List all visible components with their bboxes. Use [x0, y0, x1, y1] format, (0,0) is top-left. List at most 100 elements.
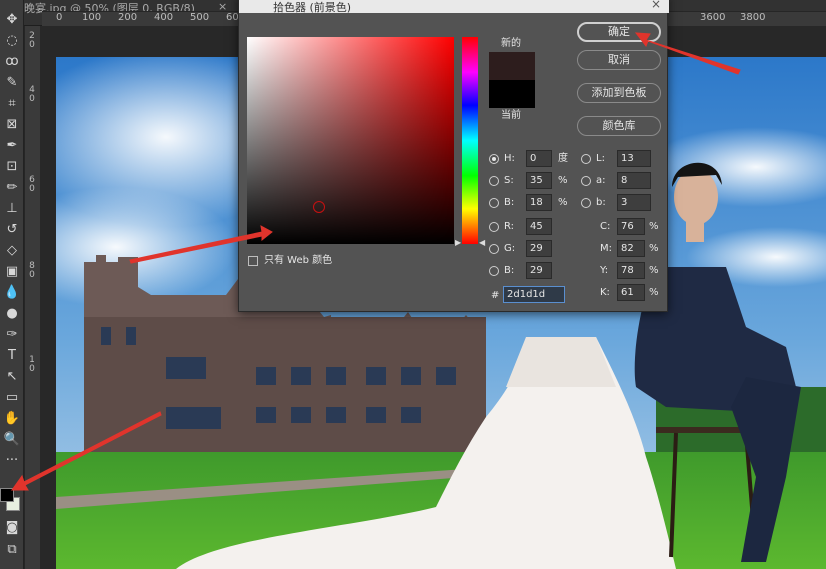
hue-slider-left-arrow-icon[interactable]: ▶: [455, 238, 461, 247]
brush-icon[interactable]: ✏: [2, 178, 22, 196]
more-icon[interactable]: ···: [2, 451, 22, 469]
ruler-tick: 0: [29, 40, 35, 50]
hand-icon[interactable]: ✋: [2, 409, 22, 427]
gradient-icon[interactable]: ▣: [2, 262, 22, 280]
green-field[interactable]: 29: [526, 240, 552, 257]
ruler-tick: 0: [29, 270, 35, 280]
hex-prefix: #: [491, 290, 500, 301]
tools-panel: ✥ ◌ ꝏ ✎ ⌗ ⊠ ✒ ⊡ ✏ ⊥ ↺ ◇ ▣ 💧 ● ✑ T ↖ ▭ ✋ …: [0, 0, 24, 569]
magenta-field[interactable]: 82: [617, 240, 645, 257]
brightness-radio[interactable]: [489, 198, 499, 208]
b-channel-radio[interactable]: [581, 198, 591, 208]
foreground-color-swatch[interactable]: [0, 488, 14, 502]
marquee-icon[interactable]: ◌: [2, 31, 22, 49]
color-field-cursor: [313, 200, 326, 213]
color-libraries-button[interactable]: 颜色库: [577, 116, 661, 136]
ruler-tick: 0: [29, 364, 35, 374]
ruler-tick: 500: [190, 12, 210, 23]
photoshop-window: 晚宴.jpg @ 50% (图层 0, RGB/8) × 0 100 200 4…: [0, 0, 826, 569]
quick-select-icon[interactable]: ✎: [2, 73, 22, 91]
shape-icon[interactable]: ▭: [2, 388, 22, 406]
web-only-checkbox[interactable]: [248, 256, 258, 266]
frame-icon[interactable]: ⊠: [2, 115, 22, 133]
cancel-button[interactable]: 取消: [577, 50, 661, 70]
ruler-tick: 0: [29, 94, 35, 104]
magenta-label: M:: [600, 243, 612, 254]
color-field[interactable]: [247, 37, 454, 244]
hue-slider-right-arrow-icon[interactable]: ◀: [479, 238, 485, 247]
black-label: K:: [600, 287, 610, 298]
brightness-unit: %: [558, 197, 568, 208]
move-icon[interactable]: ✥: [2, 10, 22, 28]
quick-mask-icon[interactable]: ◙: [2, 518, 22, 536]
blur-icon[interactable]: 💧: [2, 283, 22, 301]
current-color-label: 当前: [501, 110, 521, 121]
dialog-titlebar[interactable]: 拾色器 (前景色) ×: [239, 0, 669, 14]
saturation-field[interactable]: 35: [526, 172, 552, 189]
ruler-tick: 0: [29, 184, 35, 194]
brightness-label: B:: [504, 197, 515, 208]
zoom-icon[interactable]: 🔍: [2, 430, 22, 448]
ruler-tick: 200: [118, 12, 138, 23]
saturation-radio[interactable]: [489, 176, 499, 186]
yellow-label: Y:: [600, 265, 609, 276]
add-to-swatches-button[interactable]: 添加到色板: [577, 83, 661, 103]
yellow-unit: %: [649, 265, 659, 276]
red-label: R:: [504, 221, 515, 232]
ruler-tick: 3800: [740, 12, 766, 23]
type-icon[interactable]: T: [2, 346, 22, 364]
hue-slider[interactable]: [462, 37, 478, 244]
current-color-swatch[interactable]: [489, 80, 535, 108]
red-radio[interactable]: [489, 222, 499, 232]
dodge-icon[interactable]: ●: [2, 304, 22, 322]
ruler-tick: 100: [82, 12, 102, 23]
eyedropper-icon[interactable]: ✒: [2, 136, 22, 154]
pen-icon[interactable]: ✑: [2, 325, 22, 343]
black-unit: %: [649, 287, 659, 298]
lightness-label: L:: [596, 153, 605, 164]
a-channel-label: a:: [596, 175, 606, 186]
web-only-label: 只有 Web 颜色: [264, 255, 333, 266]
ok-button[interactable]: 确定: [577, 22, 661, 42]
ruler-tick: 0: [56, 12, 63, 23]
vertical-ruler: 2 0 4 0 6 0 8 0 1 0: [24, 26, 40, 569]
new-color-swatch: [489, 52, 535, 80]
lasso-icon[interactable]: ꝏ: [2, 52, 22, 70]
hue-label: H:: [504, 153, 515, 164]
magenta-unit: %: [649, 243, 659, 254]
hue-radio[interactable]: [489, 154, 499, 164]
lightness-radio[interactable]: [581, 154, 591, 164]
history-brush-icon[interactable]: ↺: [2, 220, 22, 238]
crop-icon[interactable]: ⌗: [2, 94, 22, 112]
cyan-label: C:: [600, 221, 611, 232]
green-radio[interactable]: [489, 244, 499, 254]
b-channel-label: b:: [596, 197, 606, 208]
black-field[interactable]: 61: [617, 284, 645, 301]
stamp-icon[interactable]: ⊥: [2, 199, 22, 217]
ruler-tick: 3600: [700, 12, 726, 23]
b-channel-field[interactable]: 3: [617, 194, 651, 211]
close-icon[interactable]: ×: [651, 0, 661, 11]
path-select-icon[interactable]: ↖: [2, 367, 22, 385]
hue-field[interactable]: 0: [526, 150, 552, 167]
a-channel-field[interactable]: 8: [617, 172, 651, 189]
eraser-icon[interactable]: ◇: [2, 241, 22, 259]
cyan-unit: %: [649, 221, 659, 232]
blue-radio[interactable]: [489, 266, 499, 276]
yellow-field[interactable]: 78: [617, 262, 645, 279]
red-field[interactable]: 45: [526, 218, 552, 235]
screen-mode-icon[interactable]: ⧉: [2, 540, 22, 558]
lightness-field[interactable]: 13: [617, 150, 651, 167]
color-picker-dialog: 拾色器 (前景色) × ▶ ◀ 新的 当前 确定 取消 添加到色板 颜色库 H:…: [238, 0, 669, 312]
dialog-title: 拾色器 (前景色): [273, 1, 352, 14]
blue-field[interactable]: 29: [526, 262, 552, 279]
hue-unit: 度: [558, 153, 568, 164]
healing-icon[interactable]: ⊡: [2, 157, 22, 175]
a-channel-radio[interactable]: [581, 176, 591, 186]
new-color-label: 新的: [501, 38, 521, 49]
cyan-field[interactable]: 76: [617, 218, 645, 235]
saturation-label: S:: [504, 175, 514, 186]
saturation-unit: %: [558, 175, 568, 186]
brightness-field[interactable]: 18: [526, 194, 552, 211]
hex-field[interactable]: 2d1d1d: [503, 286, 565, 303]
